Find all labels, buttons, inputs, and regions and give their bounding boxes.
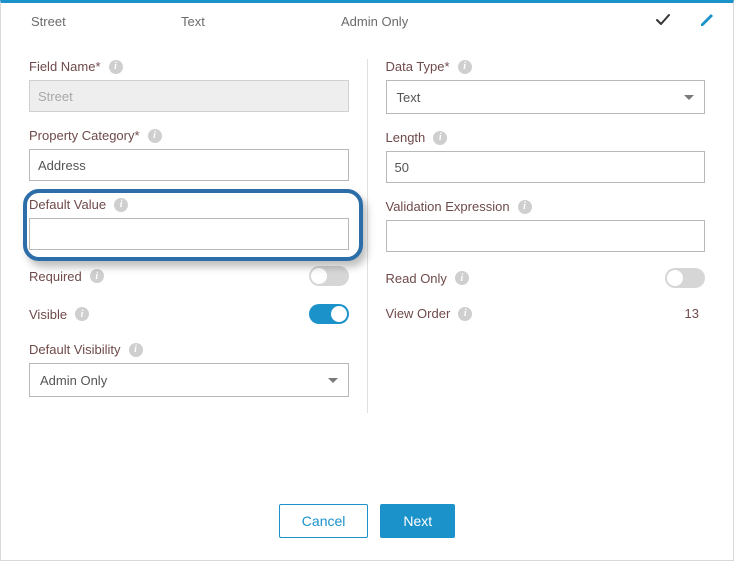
cancel-button[interactable]: Cancel (279, 504, 369, 538)
next-button[interactable]: Next (380, 504, 455, 538)
property-category-input[interactable] (29, 149, 349, 181)
default-value-label: Default Value (29, 197, 106, 212)
field-name-group: Field Name* i (29, 59, 349, 112)
validation-input[interactable] (386, 220, 706, 252)
field-name-label: Field Name* (29, 59, 101, 74)
header-col-visibility: Admin Only (341, 14, 491, 29)
edit-icon[interactable] (699, 12, 715, 31)
info-icon[interactable]: i (148, 129, 162, 143)
form-body: Field Name* i Property Category* i Defau… (1, 39, 733, 423)
info-icon[interactable]: i (458, 307, 472, 321)
visible-row: Visible i (29, 304, 349, 324)
view-order-value: 13 (685, 306, 705, 321)
required-toggle[interactable] (309, 266, 349, 286)
readonly-label: Read Only (386, 271, 447, 286)
info-icon[interactable]: i (109, 60, 123, 74)
property-category-group: Property Category* i (29, 128, 349, 181)
data-type-value: Text (397, 90, 421, 105)
info-icon[interactable]: i (75, 307, 89, 321)
visible-label: Visible (29, 307, 67, 322)
data-type-select[interactable]: Text (386, 80, 706, 114)
chevron-down-icon (684, 95, 694, 100)
property-category-label: Property Category* (29, 128, 140, 143)
header-col-fieldname: Street (31, 14, 181, 29)
view-order-label: View Order (386, 306, 451, 321)
right-column: Data Type* i Text Length i Validation Ex… (368, 59, 724, 413)
info-icon[interactable]: i (90, 269, 104, 283)
view-order-row: View Order i 13 (386, 306, 706, 321)
validation-label: Validation Expression (386, 199, 510, 214)
default-value-input[interactable] (29, 218, 349, 250)
header-col-datatype: Text (181, 14, 341, 29)
default-value-group: Default Value i (29, 197, 349, 250)
length-input[interactable] (386, 151, 706, 183)
default-visibility-select[interactable]: Admin Only (29, 363, 349, 397)
field-name-input (29, 80, 349, 112)
check-icon (655, 12, 671, 31)
default-visibility-value: Admin Only (40, 373, 107, 388)
required-label: Required (29, 269, 82, 284)
readonly-toggle[interactable] (665, 268, 705, 288)
info-icon[interactable]: i (455, 271, 469, 285)
info-icon[interactable]: i (458, 60, 472, 74)
length-group: Length i (386, 130, 706, 183)
chevron-down-icon (328, 378, 338, 383)
visible-toggle[interactable] (309, 304, 349, 324)
header-row: Street Text Admin Only (1, 3, 733, 39)
required-row: Required i (29, 266, 349, 286)
validation-group: Validation Expression i (386, 199, 706, 252)
info-icon[interactable]: i (518, 200, 532, 214)
readonly-row: Read Only i (386, 268, 706, 288)
left-column: Field Name* i Property Category* i Defau… (11, 59, 368, 413)
button-row: Cancel Next (1, 504, 733, 538)
default-visibility-group: Default Visibility i Admin Only (29, 342, 349, 397)
default-visibility-label: Default Visibility (29, 342, 121, 357)
info-icon[interactable]: i (129, 343, 143, 357)
info-icon[interactable]: i (114, 198, 128, 212)
form-container: Street Text Admin Only Field Name* i (0, 0, 734, 561)
length-label: Length (386, 130, 426, 145)
data-type-label: Data Type* (386, 59, 450, 74)
info-icon[interactable]: i (433, 131, 447, 145)
data-type-group: Data Type* i Text (386, 59, 706, 114)
